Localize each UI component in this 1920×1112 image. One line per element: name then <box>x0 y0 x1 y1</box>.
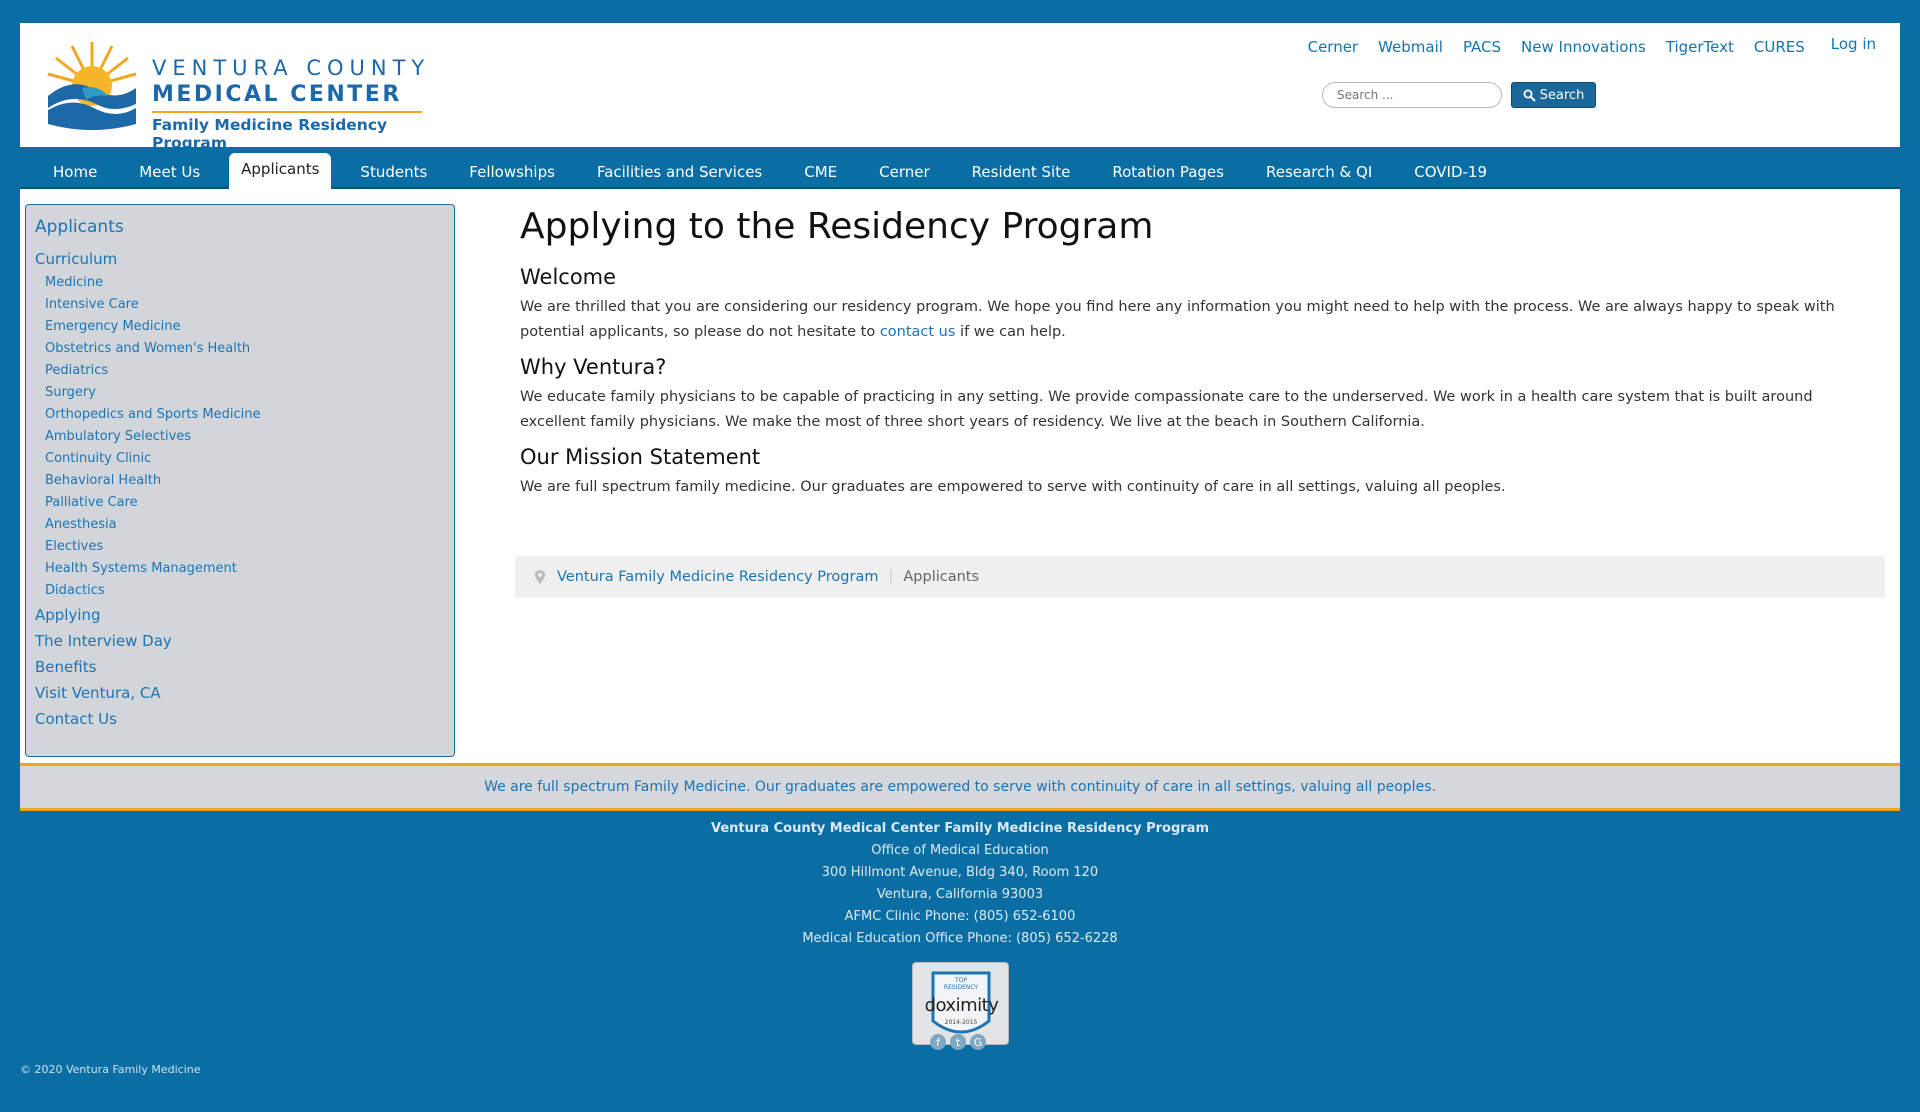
sidebar-item-interview-day[interactable]: The Interview Day <box>35 628 445 654</box>
footer-line-office-phone: Medical Education Office Phone: (805) 65… <box>802 931 1118 946</box>
welcome-paragraph: We are thrilled that you are considering… <box>520 295 1880 345</box>
badge-name: doximity <box>924 995 999 1016</box>
sidebar-subitem-electives[interactable]: Electives <box>35 536 445 558</box>
nav-tab-cerner[interactable]: Cerner <box>858 153 951 189</box>
mission-paragraph: We are full spectrum family medicine. Ou… <box>520 479 1506 495</box>
sidebar-subitem-medicine[interactable]: Medicine <box>35 272 445 294</box>
sidebar-subitem-obstetrics[interactable]: Obstetrics and Women's Health <box>35 338 445 360</box>
badge-top-line-2: RESIDENCY <box>944 984 979 991</box>
nav-tab-students[interactable]: Students <box>339 153 448 189</box>
why-ventura-paragraph: We educate family physicians to be capab… <box>520 389 1813 430</box>
nav-tab-meet-us[interactable]: Meet Us <box>118 153 221 189</box>
sidebar-item-curriculum[interactable]: Curriculum <box>35 246 445 272</box>
site-header: VENTURA COUNTY MEDICAL CENTER Family Med… <box>20 23 1900 152</box>
sidebar-subitem-surgery[interactable]: Surgery <box>35 382 445 404</box>
search-icon <box>1523 89 1536 102</box>
breadcrumb-separator: | <box>888 569 894 585</box>
nav-tab-applicants[interactable]: Applicants <box>229 153 332 189</box>
breadcrumb: Ventura Family Medicine Residency Progra… <box>515 556 1885 598</box>
login-link[interactable]: Log in <box>1831 35 1876 53</box>
sidebar-subitem-anesthesia[interactable]: Anesthesia <box>35 514 445 536</box>
article-content: Applying to the Residency Program Welcom… <box>520 206 1880 500</box>
search-input[interactable] <box>1322 82 1502 108</box>
nav-tab-research-qi[interactable]: Research & QI <box>1245 153 1393 189</box>
sidebar-subitem-palliative-care[interactable]: Palliative Care <box>35 492 445 514</box>
nav-tab-covid-19[interactable]: COVID-19 <box>1393 153 1508 189</box>
sidebar-subitem-orthopedics[interactable]: Orthopedics and Sports Medicine <box>35 404 445 426</box>
footer: Ventura County Medical Center Family Med… <box>0 818 1920 950</box>
main-nav: Home Meet Us Applicants Students Fellows… <box>20 147 1900 189</box>
breadcrumb-current: Applicants <box>903 569 980 585</box>
sidebar-item-visit-ventura[interactable]: Visit Ventura, CA <box>35 680 445 706</box>
badge-years: 2014-2015 <box>945 1019 978 1026</box>
footer-line-address: 300 Hillmont Avenue, Bldg 340, Room 120 <box>821 865 1099 880</box>
top-link-pacs[interactable]: PACS <box>1463 38 1501 56</box>
sidebar-item-applying[interactable]: Applying <box>35 602 445 628</box>
logo-line-1: VENTURA COUNTY <box>152 56 431 80</box>
footer-org-name: Ventura County Medical Center Family Med… <box>711 821 1209 836</box>
why-ventura-heading: Why Ventura? <box>520 355 667 379</box>
welcome-heading: Welcome <box>520 265 617 289</box>
search-button[interactable]: Search <box>1511 82 1596 108</box>
sidebar-subitem-pediatrics[interactable]: Pediatrics <box>35 360 445 382</box>
badge-top-line-1: TOP <box>954 977 967 984</box>
copyright: © 2020 Ventura Family Medicine <box>20 1063 201 1076</box>
sun-wave-logo-icon <box>47 42 137 130</box>
footer-line-clinic-phone: AFMC Clinic Phone: (805) 652-6100 <box>844 909 1076 924</box>
top-link-webmail[interactable]: Webmail <box>1378 38 1443 56</box>
sidebar-menu: Applicants Curriculum Medicine Intensive… <box>25 204 455 757</box>
mission-banner: We are full spectrum Family Medicine. Ou… <box>20 763 1900 811</box>
sidebar-subitem-emergency-medicine[interactable]: Emergency Medicine <box>35 316 445 338</box>
sidebar-subitem-ambulatory[interactable]: Ambulatory Selectives <box>35 426 445 448</box>
top-links: Cerner Webmail PACS New Innovations Tige… <box>1308 35 1876 56</box>
contact-us-link[interactable]: contact us <box>880 324 956 340</box>
doximity-badge[interactable]: TOP RESIDENCY 2014-2015 doximity <box>912 962 1009 1045</box>
nav-tab-home[interactable]: Home <box>32 153 118 189</box>
sidebar-subitem-behavioral-health[interactable]: Behavioral Health <box>35 470 445 492</box>
page-title: Applying to the Residency Program <box>520 206 1154 247</box>
sidebar-subitem-didactics[interactable]: Didactics <box>35 580 445 602</box>
welcome-text-2: if we can help. <box>955 324 1066 340</box>
sidebar-heading[interactable]: Applicants <box>35 217 445 237</box>
facebook-icon[interactable]: f <box>930 1034 946 1050</box>
search-button-label: Search <box>1539 87 1585 103</box>
top-link-cures[interactable]: CURES <box>1754 38 1805 56</box>
top-link-new-innovations[interactable]: New Innovations <box>1521 38 1646 56</box>
sidebar-subitem-continuity-clinic[interactable]: Continuity Clinic <box>35 448 445 470</box>
sidebar-item-benefits[interactable]: Benefits <box>35 654 445 680</box>
nav-tab-rotation-pages[interactable]: Rotation Pages <box>1091 153 1245 189</box>
sidebar-subitem-health-systems[interactable]: Health Systems Management <box>35 558 445 580</box>
logo-divider <box>152 111 422 113</box>
logo-line-2: MEDICAL CENTER <box>152 82 402 107</box>
nav-tab-cme[interactable]: CME <box>783 153 858 189</box>
footer-line-office: Office of Medical Education <box>871 843 1049 858</box>
nav-tab-facilities[interactable]: Facilities and Services <box>576 153 783 189</box>
google-icon[interactable]: G <box>970 1034 986 1050</box>
top-link-tigertext[interactable]: TigerText <box>1666 38 1734 56</box>
sidebar-item-contact-us[interactable]: Contact Us <box>35 706 445 732</box>
footer-line-city: Ventura, California 93003 <box>876 887 1044 902</box>
welcome-text-1: We are thrilled that you are considering… <box>520 299 1835 340</box>
location-pin-icon <box>535 570 545 584</box>
nav-tab-resident-site[interactable]: Resident Site <box>951 153 1092 189</box>
main-area: Applicants Curriculum Medicine Intensive… <box>20 189 1900 763</box>
nav-tab-fellowships[interactable]: Fellowships <box>448 153 576 189</box>
sidebar-subitem-intensive-care[interactable]: Intensive Care <box>35 294 445 316</box>
mission-heading: Our Mission Statement <box>520 445 761 469</box>
top-link-cerner[interactable]: Cerner <box>1308 38 1359 56</box>
social-icons: f t G <box>930 1034 986 1050</box>
twitter-icon[interactable]: t <box>950 1034 966 1050</box>
breadcrumb-home-link[interactable]: Ventura Family Medicine Residency Progra… <box>557 569 878 585</box>
site-logo[interactable]: VENTURA COUNTY MEDICAL CENTER Family Med… <box>42 38 432 152</box>
